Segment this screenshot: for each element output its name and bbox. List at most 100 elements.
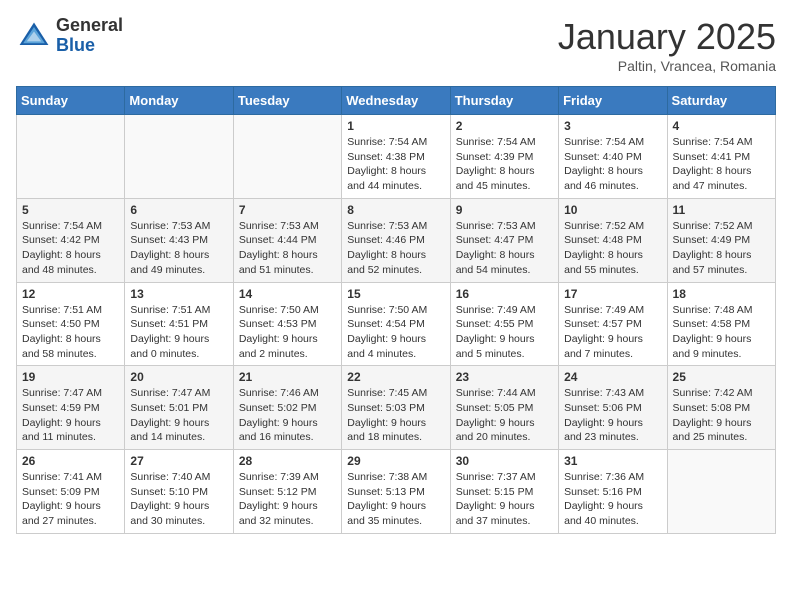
day-number: 21 <box>239 370 336 384</box>
day-number: 20 <box>130 370 227 384</box>
day-number: 18 <box>673 287 770 301</box>
calendar-week-4: 19Sunrise: 7:47 AM Sunset: 4:59 PM Dayli… <box>17 366 776 450</box>
calendar-day: 29Sunrise: 7:38 AM Sunset: 5:13 PM Dayli… <box>342 450 450 534</box>
calendar-day: 17 Sunrise: 7:49 AM Sunset: 4:57 PM Dayli… <box>559 282 667 366</box>
day-info: Sunrise: 7:37 AM Sunset: 5:15 PM Dayligh… <box>456 470 553 529</box>
day-number: 27 <box>130 454 227 468</box>
calendar-day: 5 Sunrise: 7:54 AM Sunset: 4:42 PM Daylig… <box>17 198 125 282</box>
day-number: 10 <box>564 203 661 217</box>
day-number: 14 <box>239 287 336 301</box>
calendar-day: 7 Sunrise: 7:53 AM Sunset: 4:44 PM Daylig… <box>233 198 341 282</box>
day-info: Sunrise: 7:45 AM Sunset: 5:03 PM Dayligh… <box>347 386 444 445</box>
day-info: Sunrise: 7:54 AM Sunset: 4:41 PM Dayligh… <box>673 135 770 194</box>
calendar-day: 31 Sunrise: 7:36 AM Sunset: 5:16 PM Dayli… <box>559 450 667 534</box>
calendar-day: 25 Sunrise: 7:42 AM Sunset: 5:08 PM Dayli… <box>667 366 775 450</box>
calendar-day: 23Sunrise: 7:44 AM Sunset: 5:05 PM Dayli… <box>450 366 558 450</box>
calendar-day: 12 Sunrise: 7:51 AM Sunset: 4:50 PM Dayli… <box>17 282 125 366</box>
calendar-day: 9 Sunrise: 7:53 AM Sunset: 4:47 PM Daylig… <box>450 198 558 282</box>
weekday-header-tuesday: Tuesday <box>233 87 341 115</box>
calendar-day: 2 Sunrise: 7:54 AM Sunset: 4:39 PM Daylig… <box>450 115 558 199</box>
calendar-day <box>667 450 775 534</box>
calendar-day: 1 Sunrise: 7:54 AM Sunset: 4:38 PM Daylig… <box>342 115 450 199</box>
calendar-week-1: 1 Sunrise: 7:54 AM Sunset: 4:38 PM Daylig… <box>17 115 776 199</box>
page-header: General Blue January 2025 Paltin, Vrance… <box>16 16 776 74</box>
day-number: 30 <box>456 454 553 468</box>
day-number: 11 <box>673 203 770 217</box>
calendar-day <box>17 115 125 199</box>
day-number: 6 <box>130 203 227 217</box>
calendar-day: 13Sunrise: 7:51 AM Sunset: 4:51 PM Dayli… <box>125 282 233 366</box>
calendar-day: 11Sunrise: 7:52 AM Sunset: 4:49 PM Dayli… <box>667 198 775 282</box>
day-info: Sunrise: 7:46 AM Sunset: 5:02 PM Dayligh… <box>239 386 336 445</box>
day-number: 2 <box>456 119 553 133</box>
calendar-day: 19Sunrise: 7:47 AM Sunset: 4:59 PM Dayli… <box>17 366 125 450</box>
day-info: Sunrise: 7:50 AM Sunset: 4:54 PM Dayligh… <box>347 303 444 362</box>
day-number: 4 <box>673 119 770 133</box>
day-info: Sunrise: 7:49 AM Sunset: 4:57 PM Dayligh… <box>564 303 661 362</box>
day-info: Sunrise: 7:43 AM Sunset: 5:06 PM Dayligh… <box>564 386 661 445</box>
day-info: Sunrise: 7:54 AM Sunset: 4:42 PM Dayligh… <box>22 219 119 278</box>
day-info: Sunrise: 7:47 AM Sunset: 5:01 PM Dayligh… <box>130 386 227 445</box>
day-info: Sunrise: 7:51 AM Sunset: 4:50 PM Dayligh… <box>22 303 119 362</box>
day-info: Sunrise: 7:54 AM Sunset: 4:39 PM Dayligh… <box>456 135 553 194</box>
day-number: 8 <box>347 203 444 217</box>
calendar-day: 30 Sunrise: 7:37 AM Sunset: 5:15 PM Dayli… <box>450 450 558 534</box>
calendar-week-2: 5 Sunrise: 7:54 AM Sunset: 4:42 PM Daylig… <box>17 198 776 282</box>
day-info: Sunrise: 7:48 AM Sunset: 4:58 PM Dayligh… <box>673 303 770 362</box>
calendar-day: 15 Sunrise: 7:50 AM Sunset: 4:54 PM Dayli… <box>342 282 450 366</box>
calendar-table: SundayMondayTuesdayWednesdayThursdayFrid… <box>16 86 776 534</box>
day-info: Sunrise: 7:51 AM Sunset: 4:51 PM Dayligh… <box>130 303 227 362</box>
day-number: 23 <box>456 370 553 384</box>
weekday-header-saturday: Saturday <box>667 87 775 115</box>
weekday-header-sunday: Sunday <box>17 87 125 115</box>
day-number: 17 <box>564 287 661 301</box>
day-info: Sunrise: 7:52 AM Sunset: 4:48 PM Dayligh… <box>564 219 661 278</box>
day-number: 9 <box>456 203 553 217</box>
logo-general: General <box>56 16 123 36</box>
day-info: Sunrise: 7:49 AM Sunset: 4:55 PM Dayligh… <box>456 303 553 362</box>
calendar-day <box>233 115 341 199</box>
location: Paltin, Vrancea, Romania <box>558 58 776 74</box>
calendar-week-5: 26Sunrise: 7:41 AM Sunset: 5:09 PM Dayli… <box>17 450 776 534</box>
day-number: 19 <box>22 370 119 384</box>
weekday-header-thursday: Thursday <box>450 87 558 115</box>
day-info: Sunrise: 7:54 AM Sunset: 4:40 PM Dayligh… <box>564 135 661 194</box>
calendar-day: 4 Sunrise: 7:54 AM Sunset: 4:41 PM Daylig… <box>667 115 775 199</box>
calendar-day: 22 Sunrise: 7:45 AM Sunset: 5:03 PM Dayli… <box>342 366 450 450</box>
day-number: 1 <box>347 119 444 133</box>
day-number: 3 <box>564 119 661 133</box>
calendar-day: 24Sunrise: 7:43 AM Sunset: 5:06 PM Dayli… <box>559 366 667 450</box>
calendar-day: 20 Sunrise: 7:47 AM Sunset: 5:01 PM Dayli… <box>125 366 233 450</box>
weekday-header-wednesday: Wednesday <box>342 87 450 115</box>
calendar-day: 3 Sunrise: 7:54 AM Sunset: 4:40 PM Daylig… <box>559 115 667 199</box>
day-info: Sunrise: 7:42 AM Sunset: 5:08 PM Dayligh… <box>673 386 770 445</box>
calendar-day: 14Sunrise: 7:50 AM Sunset: 4:53 PM Dayli… <box>233 282 341 366</box>
logo-text: General Blue <box>56 16 123 56</box>
calendar-day: 28Sunrise: 7:39 AM Sunset: 5:12 PM Dayli… <box>233 450 341 534</box>
day-info: Sunrise: 7:39 AM Sunset: 5:12 PM Dayligh… <box>239 470 336 529</box>
day-info: Sunrise: 7:53 AM Sunset: 4:44 PM Dayligh… <box>239 219 336 278</box>
day-number: 15 <box>347 287 444 301</box>
calendar-day: 10 Sunrise: 7:52 AM Sunset: 4:48 PM Dayli… <box>559 198 667 282</box>
weekday-header-row: SundayMondayTuesdayWednesdayThursdayFrid… <box>17 87 776 115</box>
day-info: Sunrise: 7:53 AM Sunset: 4:46 PM Dayligh… <box>347 219 444 278</box>
day-number: 25 <box>673 370 770 384</box>
calendar-week-3: 12 Sunrise: 7:51 AM Sunset: 4:50 PM Dayli… <box>17 282 776 366</box>
day-number: 12 <box>22 287 119 301</box>
day-info: Sunrise: 7:36 AM Sunset: 5:16 PM Dayligh… <box>564 470 661 529</box>
logo: General Blue <box>16 16 123 56</box>
logo-icon <box>16 18 52 54</box>
weekday-header-monday: Monday <box>125 87 233 115</box>
day-number: 31 <box>564 454 661 468</box>
day-number: 7 <box>239 203 336 217</box>
month-title: January 2025 <box>558 16 776 58</box>
day-info: Sunrise: 7:53 AM Sunset: 4:47 PM Dayligh… <box>456 219 553 278</box>
calendar-day: 8 Sunrise: 7:53 AM Sunset: 4:46 PM Daylig… <box>342 198 450 282</box>
title-block: January 2025 Paltin, Vrancea, Romania <box>558 16 776 74</box>
calendar-day: 27Sunrise: 7:40 AM Sunset: 5:10 PM Dayli… <box>125 450 233 534</box>
day-info: Sunrise: 7:54 AM Sunset: 4:38 PM Dayligh… <box>347 135 444 194</box>
day-number: 22 <box>347 370 444 384</box>
day-number: 26 <box>22 454 119 468</box>
day-info: Sunrise: 7:38 AM Sunset: 5:13 PM Dayligh… <box>347 470 444 529</box>
day-number: 5 <box>22 203 119 217</box>
